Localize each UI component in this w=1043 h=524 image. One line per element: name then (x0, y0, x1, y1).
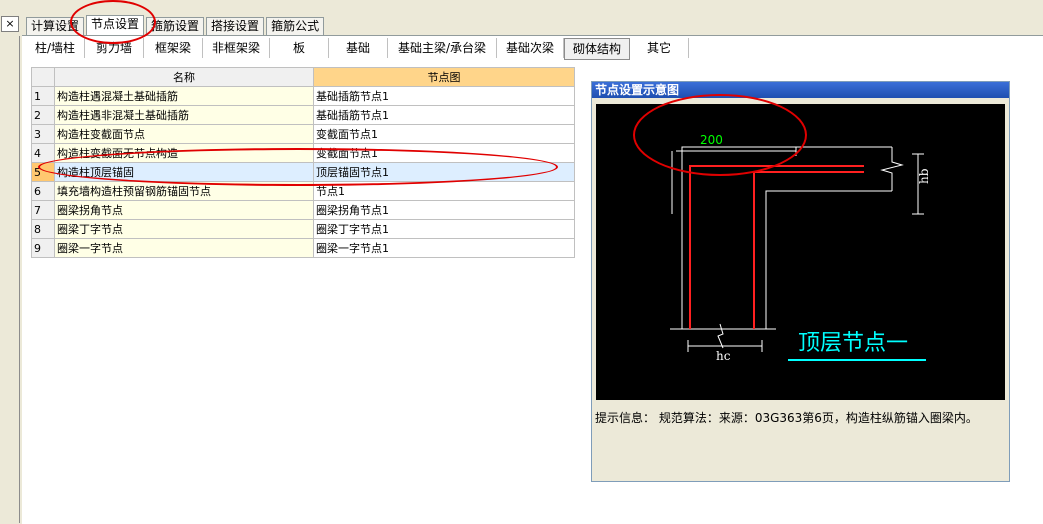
tab-stirrup-formula[interactable]: 箍筋公式 (266, 17, 325, 35)
divider (19, 36, 20, 523)
row-diagram[interactable]: 基础插筋节点1 (313, 105, 575, 125)
row-number: 1 (31, 86, 55, 106)
hint-text: 提示信息： 规范算法：来源：03G363第6页，构造柱纵筋锚入圈梁内。 (595, 411, 978, 425)
row-name[interactable]: 构造柱变截面节点 (54, 124, 314, 144)
row-number: 7 (31, 200, 55, 220)
subtab-other[interactable]: 其它 (630, 38, 689, 58)
row-diagram[interactable]: 圈梁拐角节点1 (313, 200, 575, 220)
subtab-frame-beam[interactable]: 框架梁 (144, 38, 203, 58)
close-icon[interactable]: × (1, 16, 19, 32)
left-strip: × (0, 0, 20, 523)
annotation-ellipse-tab (70, 0, 156, 44)
table-header: 名称 节点图 (31, 67, 575, 87)
row-name[interactable]: 圈梁丁字节点 (54, 219, 314, 239)
table-row[interactable]: 2 构造柱遇非混凝土基础插筋 基础插筋节点1 (31, 105, 575, 125)
subtab-foundation-secondary-beam[interactable]: 基础次梁 (497, 38, 564, 58)
row-name[interactable]: 圈梁一字节点 (54, 238, 314, 258)
row-number: 9 (31, 238, 55, 258)
subtab-slab[interactable]: 板 (270, 38, 329, 58)
tab-content: 柱/墙柱 剪力墙 框架梁 非框架梁 板 基础 基础主梁/承台梁 基础次梁 砌体结… (22, 35, 1043, 524)
row-diagram[interactable]: 圈梁丁字节点1 (313, 219, 575, 239)
row-name[interactable]: 构造柱遇非混凝土基础插筋 (54, 105, 314, 125)
row-number: 8 (31, 219, 55, 239)
table-row[interactable]: 3 构造柱变截面节点 变截面节点1 (31, 124, 575, 144)
rebar-lines (689, 165, 864, 329)
row-number: 3 (31, 124, 55, 144)
subtab-column[interactable]: 柱/墙柱 (26, 38, 85, 58)
row-diagram[interactable]: 变截面节点1 (313, 124, 575, 144)
dimension-hb: hb (917, 168, 931, 184)
diagram-caption: 顶层节点一 (798, 331, 908, 356)
panel-title: 节点设置示意图 (592, 82, 1009, 98)
table-row[interactable]: 9 圈梁一字节点 圈梁一字节点1 (31, 238, 575, 258)
concrete-outline (670, 146, 904, 349)
dimension-hc: hc (716, 349, 731, 363)
row-number: 6 (31, 181, 55, 201)
row-number: 2 (31, 105, 55, 125)
tab-lap-settings[interactable]: 搭接设置 (206, 17, 265, 35)
subtab-masonry[interactable]: 砌体结构 (564, 38, 630, 60)
annotation-ellipse-dimension (633, 94, 807, 176)
row-number: 4 (31, 143, 55, 163)
column-header-diagram[interactable]: 节点图 (313, 67, 575, 87)
annotation-ellipse-row (38, 148, 558, 186)
column-header-name[interactable]: 名称 (54, 67, 314, 87)
table-row[interactable]: 1 构造柱遇混凝土基础插筋 基础插筋节点1 (31, 86, 575, 106)
table-row[interactable]: 8 圈梁丁字节点 圈梁丁字节点1 (31, 219, 575, 239)
row-diagram[interactable]: 基础插筋节点1 (313, 86, 575, 106)
subtab-foundation-main-beam[interactable]: 基础主梁/承台梁 (388, 38, 497, 58)
table-row[interactable]: 7 圈梁拐角节点 圈梁拐角节点1 (31, 200, 575, 220)
row-number-header (31, 67, 55, 87)
dimension-lines (676, 147, 924, 352)
subtab-foundation[interactable]: 基础 (329, 38, 388, 58)
row-diagram[interactable]: 圈梁一字节点1 (313, 238, 575, 258)
row-name[interactable]: 构造柱遇混凝土基础插筋 (54, 86, 314, 106)
subtab-nonframe-beam[interactable]: 非框架梁 (203, 38, 270, 58)
row-name[interactable]: 圈梁拐角节点 (54, 200, 314, 220)
